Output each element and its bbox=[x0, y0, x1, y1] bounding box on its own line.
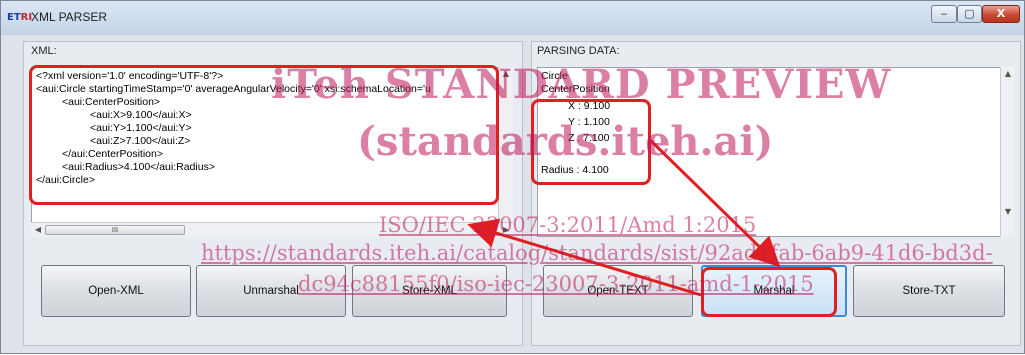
scroll-up-icon[interactable]: ▲ bbox=[1002, 69, 1014, 81]
store-txt-button[interactable]: Store-TXT bbox=[853, 265, 1005, 317]
scroll-down-icon[interactable]: ▼ bbox=[1002, 207, 1014, 219]
title-bar[interactable]: ETRI XML PARSER ‒ ▢ X bbox=[1, 1, 1024, 35]
close-button[interactable]: X bbox=[982, 5, 1020, 23]
watermark-url-link-continued[interactable]: dc94c88155f0/iso-iec-23007-3-2011-amd-1-… bbox=[298, 272, 814, 296]
open-xml-button[interactable]: Open-XML bbox=[41, 265, 191, 317]
minimize-button[interactable]: ‒ bbox=[931, 5, 957, 23]
xml-label: XML: bbox=[31, 45, 57, 57]
watermark-site: (standards.iteh.ai) bbox=[357, 118, 774, 165]
xml-parser-window: ETRI XML PARSER ‒ ▢ X XML: PARSING DATA:… bbox=[0, 0, 1025, 354]
parsing-data-label: PARSING DATA: bbox=[537, 45, 620, 57]
watermark-standard-link[interactable]: ISO/IEC 23007-3:2011/Amd 1:2015 bbox=[379, 213, 756, 237]
scroll-thumb[interactable]: III bbox=[45, 225, 185, 235]
maximize-button[interactable]: ▢ bbox=[957, 5, 982, 23]
window-title: XML PARSER bbox=[31, 10, 108, 24]
etri-app-icon: ETRI bbox=[7, 12, 33, 23]
watermark-title: iTeh STANDARD PREVIEW bbox=[271, 61, 892, 108]
parsing-vertical-scrollbar[interactable]: ▲ ▼ bbox=[1000, 67, 1015, 237]
watermark-url-link[interactable]: https://standards.iteh.ai/catalog/standa… bbox=[201, 241, 993, 265]
scroll-left-icon[interactable]: ◀ bbox=[32, 224, 44, 236]
